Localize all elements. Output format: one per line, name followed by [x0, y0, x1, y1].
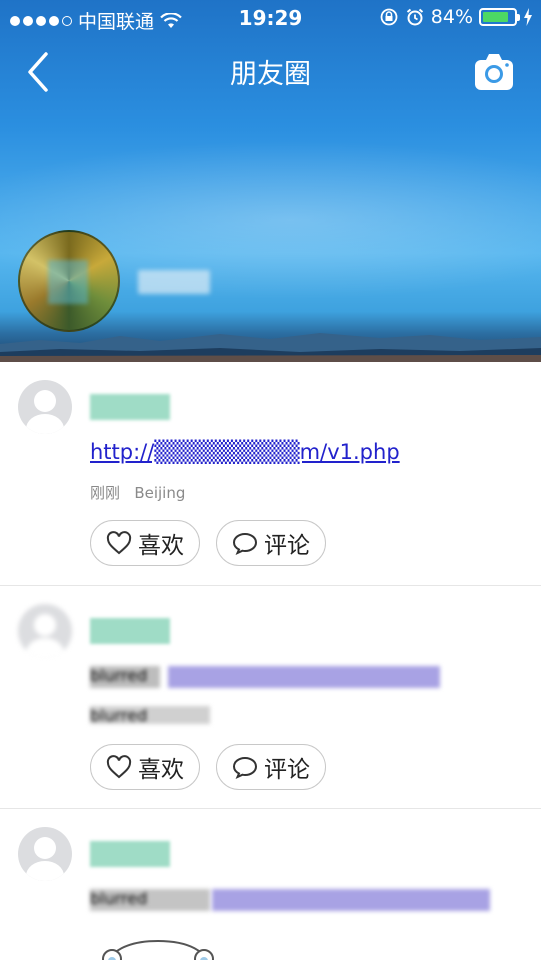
post-avatar[interactable]: [18, 827, 72, 881]
post-location: Beijing: [134, 484, 186, 502]
rotation-lock-icon: [380, 8, 398, 26]
feed-post: blurred blurred: [0, 809, 541, 960]
page-title: 朋友圈: [230, 59, 311, 90]
camera-icon: [475, 54, 513, 90]
post-image-preview[interactable]: [98, 937, 218, 960]
cover-username[interactable]: blurred: [138, 270, 211, 294]
battery-icon: [479, 8, 520, 26]
comment-bubble-icon: [232, 532, 258, 555]
like-button[interactable]: 喜欢: [90, 520, 200, 566]
post-avatar[interactable]: [18, 604, 72, 658]
comment-bubble-icon: [232, 756, 258, 779]
post-meta: blurred: [90, 706, 210, 725]
feed-post: blurred blurred blurred 喜欢 评论: [0, 586, 541, 809]
status-bar: 中国联通 19:29 84%: [0, 0, 541, 36]
post-text: blurred: [90, 889, 210, 911]
alarm-icon: [406, 8, 423, 26]
cover-avatar-image: [48, 260, 88, 304]
post-meta: 刚刚 Beijing: [90, 482, 185, 503]
charging-icon: [524, 8, 532, 26]
moments-screen: blurred 中国联通 19:29: [0, 0, 541, 960]
like-label: 喜欢: [138, 533, 184, 559]
post-text: blurred: [90, 666, 160, 688]
post-link[interactable]: http://▒▒▒▒▒▒▒▒▒m/v1.php: [90, 440, 400, 464]
camera-button[interactable]: [475, 54, 513, 90]
battery-level: [483, 12, 508, 22]
post-link-blurred[interactable]: [168, 666, 440, 688]
status-right: 84%: [379, 6, 533, 28]
like-label: 喜欢: [138, 757, 184, 783]
like-button[interactable]: 喜欢: [90, 744, 200, 790]
comment-label: 评论: [264, 533, 310, 559]
moments-feed: blurred http://▒▒▒▒▒▒▒▒▒m/v1.php 刚刚 Beij…: [0, 362, 541, 960]
comment-button[interactable]: 评论: [216, 744, 326, 790]
comment-label: 评论: [264, 757, 310, 783]
comment-button[interactable]: 评论: [216, 520, 326, 566]
cover-avatar[interactable]: [18, 230, 120, 332]
post-author-name[interactable]: blurred: [90, 618, 170, 644]
heart-icon: [106, 755, 132, 779]
battery-percent: 84%: [430, 6, 473, 28]
post-author-name[interactable]: blurred: [90, 394, 170, 420]
post-link-blurred[interactable]: [212, 889, 490, 911]
heart-icon: [106, 531, 132, 555]
post-author-name[interactable]: blurred: [90, 841, 170, 867]
post-time: 刚刚: [90, 484, 121, 502]
feed-post: blurred http://▒▒▒▒▒▒▒▒▒m/v1.php 刚刚 Beij…: [0, 362, 541, 586]
post-avatar[interactable]: [18, 380, 72, 434]
